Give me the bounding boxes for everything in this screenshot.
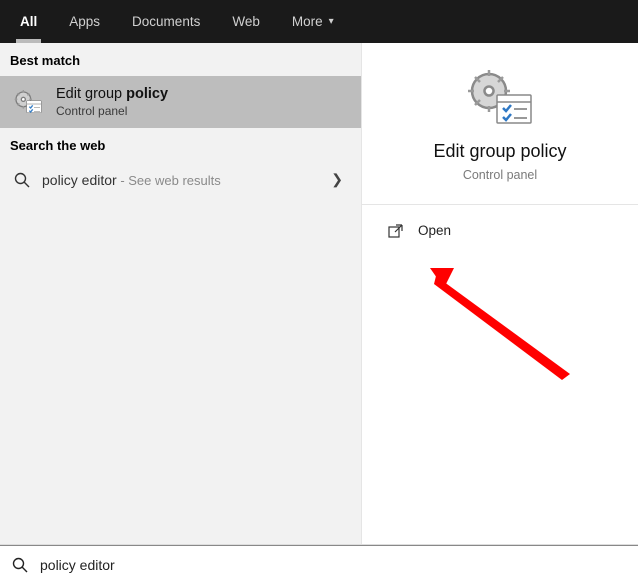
tab-label: Apps xyxy=(69,14,100,29)
best-match-header: Best match xyxy=(0,43,361,76)
preview-subtitle: Control panel xyxy=(362,168,638,182)
result-preview-panel: Edit group policy Control panel Open xyxy=(362,43,638,544)
open-action-label: Open xyxy=(418,223,451,238)
results-left-column: Best match Edit group policy Cont xyxy=(0,43,362,544)
tab-apps[interactable]: Apps xyxy=(53,0,116,43)
search-web-text: policy editor - See web results xyxy=(42,172,221,188)
search-icon xyxy=(12,557,28,573)
tab-label: More xyxy=(292,14,323,29)
tab-label: Documents xyxy=(132,14,200,29)
search-web-header: Search the web xyxy=(0,128,361,161)
search-icon xyxy=(14,172,30,188)
tab-label: Web xyxy=(232,14,260,29)
tab-more[interactable]: More ▾ xyxy=(276,0,350,43)
search-results-body: Best match Edit group policy Cont xyxy=(0,43,638,545)
search-web-item[interactable]: policy editor - See web results ❯ xyxy=(0,161,361,198)
tab-label: All xyxy=(20,14,37,29)
search-bar[interactable] xyxy=(0,545,638,583)
search-input[interactable] xyxy=(40,557,626,573)
gpedit-large-icon xyxy=(465,67,535,129)
preview-title: Edit group policy xyxy=(362,141,638,162)
gpedit-icon xyxy=(12,86,44,118)
tab-web[interactable]: Web xyxy=(216,0,276,43)
search-filter-tabbar: All Apps Documents Web More ▾ xyxy=(0,0,638,43)
best-match-subtitle: Control panel xyxy=(56,104,168,118)
open-action[interactable]: Open xyxy=(362,213,638,248)
chevron-down-icon: ▾ xyxy=(329,16,334,27)
tab-documents[interactable]: Documents xyxy=(116,0,216,43)
divider xyxy=(362,204,638,205)
best-match-item[interactable]: Edit group policy Control panel xyxy=(0,76,361,128)
best-match-title: Edit group policy xyxy=(56,86,168,102)
chevron-right-icon: ❯ xyxy=(331,171,347,188)
best-match-text: Edit group policy Control panel xyxy=(56,86,168,118)
open-in-new-icon xyxy=(388,224,404,238)
tab-all[interactable]: All xyxy=(4,0,53,43)
